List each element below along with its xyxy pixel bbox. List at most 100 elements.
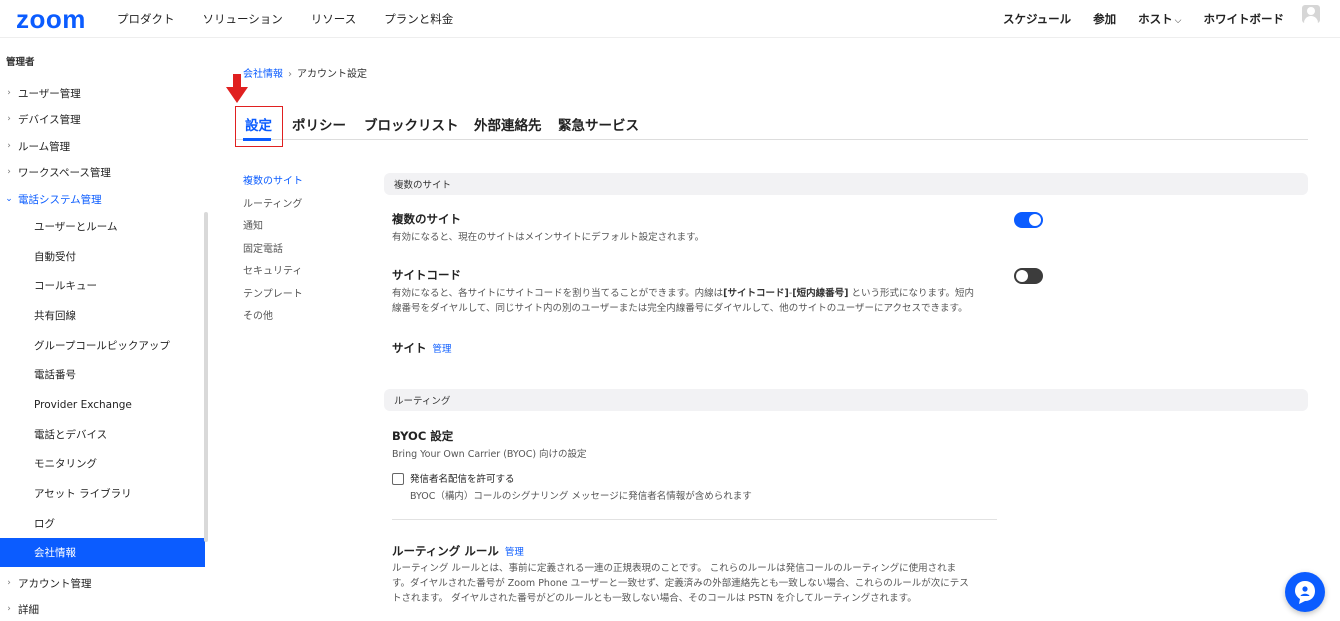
chevron-right-icon: › xyxy=(7,167,11,177)
nav-join[interactable]: 参加 xyxy=(1093,11,1116,27)
top-navbar: zoom プロダクト ソリューション リソース プランと料金 スケジュール 参加… xyxy=(0,0,1340,38)
section-header-routing: ルーティング xyxy=(384,389,1308,411)
settings-tabs: 設定 ポリシー ブロックリスト 外部連絡先 緊急サービス xyxy=(235,107,1308,140)
nav-plans-pricing[interactable]: プランと料金 xyxy=(384,11,453,27)
sites-manage-link[interactable]: 管理 xyxy=(433,344,452,355)
sidebar-item-workspace-management[interactable]: › ワークスペース管理 xyxy=(0,159,205,185)
toggle-knob xyxy=(1029,214,1041,226)
multi-site-toggle[interactable] xyxy=(1014,212,1043,228)
subnav-desk-phone[interactable]: 固定電話 xyxy=(243,240,303,263)
routing-rules-desc: ルーティング ルールとは、事前に定義される一連の正規表現のことです。 これらのル… xyxy=(392,561,1002,606)
chevron-down-icon: ⌄ xyxy=(5,194,13,204)
sidebar-sub-monitoring[interactable]: モニタリング xyxy=(0,449,205,478)
caller-id-label[interactable]: 発信者名配信を許可する xyxy=(410,472,515,487)
byoc-desc: Bring Your Own Carrier (BYOC) 向けの設定 xyxy=(392,449,587,460)
section-divider xyxy=(392,519,997,520)
sidebar-header: 管理者 xyxy=(6,57,35,68)
multi-site-desc: 有効になると、現在のサイトはメインサイトにデフォルト設定されます。 xyxy=(392,232,705,243)
tab-emergency-services[interactable]: 緊急サービス xyxy=(558,114,639,134)
sidebar-item-room-management[interactable]: › ルーム管理 xyxy=(0,133,205,159)
subnav-templates[interactable]: テンプレート xyxy=(243,285,303,308)
sidebar-sub-logs[interactable]: ログ xyxy=(0,509,205,538)
tab-policy[interactable]: ポリシー xyxy=(292,114,346,134)
sidebar-sub-auto-receptionist[interactable]: 自動受付 xyxy=(0,242,205,271)
sidebar-item-account-management[interactable]: › アカウント管理 xyxy=(0,570,205,596)
secondary-nav: スケジュール 参加 ホスト ⌵ ホワイトボード xyxy=(1003,11,1284,27)
chevron-right-icon: › xyxy=(7,604,11,614)
routing-rules-desc-3: トされます。 ダイヤルされた番号がどのルールとも一致しない場合、そのコールは P… xyxy=(392,593,917,604)
subnav-others[interactable]: その他 xyxy=(243,307,303,330)
admin-sidebar: 管理者 › ユーザー管理 › デバイス管理 › ルーム管理 › ワークスペース管理 ⌄ 電… xyxy=(0,38,209,621)
sidebar-item-label: ルーム管理 xyxy=(18,140,71,153)
chat-bubble-icon xyxy=(1295,581,1315,604)
breadcrumb-parent-link[interactable]: 会社情報 xyxy=(243,69,283,80)
primary-nav: プロダクト ソリューション リソース プランと料金 xyxy=(117,11,453,27)
routing-rules-desc-1: ルーティング ルールとは、事前に定義される一連の正規表現のことです。 これらのル… xyxy=(392,563,957,574)
nav-solutions[interactable]: ソリューション xyxy=(203,11,283,27)
zoom-logo[interactable]: zoom xyxy=(16,4,86,35)
breadcrumb-current: アカウント設定 xyxy=(297,69,367,80)
sidebar-sub-shared-lines[interactable]: 共有回線 xyxy=(0,301,205,330)
nav-products[interactable]: プロダクト xyxy=(117,11,175,27)
chevron-down-icon: ⌵ xyxy=(1174,16,1182,26)
site-code-desc-text-3: 線番号をダイヤルして、同じサイト内の別のユーザーまたは完全内線番号にダイヤルして… xyxy=(392,303,968,314)
multi-site-title: 複数のサイト xyxy=(392,212,461,226)
chevron-right-icon: › xyxy=(7,114,11,124)
subnav-notifications[interactable]: 通知 xyxy=(243,217,303,240)
section-header-sites: 複数のサイト xyxy=(384,173,1308,195)
sidebar-sub-group-call-pickup[interactable]: グループコールピックアップ xyxy=(0,331,205,360)
nav-host-label: ホスト xyxy=(1138,12,1173,26)
routing-rules-manage-link[interactable]: 管理 xyxy=(505,547,524,558)
sidebar-item-label: アカウント管理 xyxy=(18,577,92,590)
sidebar-sub-phone-numbers[interactable]: 電話番号 xyxy=(0,360,205,389)
sidebar-item-label: ワークスペース管理 xyxy=(18,166,111,179)
site-code-toggle[interactable] xyxy=(1014,268,1043,284)
chevron-right-icon: › xyxy=(7,88,11,98)
site-code-title: サイトコード xyxy=(392,268,461,282)
routing-rules-title: ルーティング ルール xyxy=(392,544,499,558)
sidebar-item-label: 電話システム管理 xyxy=(18,193,102,206)
chat-support-button[interactable] xyxy=(1285,572,1325,612)
nav-schedule[interactable]: スケジュール xyxy=(1003,11,1071,27)
sidebar-item-device-management[interactable]: › デバイス管理 xyxy=(0,106,205,132)
site-code-desc-text: 有効になると、各サイトにサイトコードを割り当てることができます。内線は xyxy=(392,288,724,299)
sidebar-item-phone-system-management[interactable]: ⌄ 電話システム管理 xyxy=(0,186,205,212)
tab-block-list[interactable]: ブロックリスト xyxy=(364,114,459,134)
subnav-routing[interactable]: ルーティング xyxy=(243,195,303,218)
routing-rules-desc-2: す。ダイヤルされた番号が Zoom Phone ユーザーと一致せず、定義済みの外… xyxy=(392,578,969,589)
subnav-multiple-sites[interactable]: 複数のサイト xyxy=(243,172,303,195)
red-highlight-annotation xyxy=(235,106,283,147)
toggle-knob xyxy=(1016,270,1028,282)
sidebar-sub-call-queues[interactable]: コールキュー xyxy=(0,271,205,300)
sidebar-item-user-management[interactable]: › ユーザー管理 xyxy=(0,80,205,106)
chevron-right-icon: › xyxy=(7,578,11,588)
routing-rules-row: ルーティング ルール 管理 xyxy=(392,543,524,559)
sidebar-item-label: ユーザー管理 xyxy=(18,87,81,100)
tab-external-contacts[interactable]: 外部連絡先 xyxy=(474,114,542,134)
sites-title: サイト xyxy=(392,341,427,355)
sidebar-sub-company-info[interactable]: 会社情報 xyxy=(0,538,205,567)
sidebar-sub-users-rooms[interactable]: ユーザーとルーム xyxy=(0,212,205,241)
sidebar-sub-provider-exchange[interactable]: Provider Exchange xyxy=(0,390,205,419)
nav-host[interactable]: ホスト ⌵ xyxy=(1138,11,1181,27)
nav-whiteboard[interactable]: ホワイトボード xyxy=(1204,11,1285,27)
site-code-desc: 有効になると、各サイトにサイトコードを割り当てることができます。内線は[サイトコ… xyxy=(392,286,1002,316)
settings-subnav: 複数のサイト ルーティング 通知 固定電話 セキュリティ テンプレート その他 xyxy=(243,172,303,330)
red-arrow-annotation-icon xyxy=(226,74,248,103)
sidebar-sub-asset-library[interactable]: アセット ライブラリ xyxy=(0,479,205,508)
byoc-title: BYOC 設定 xyxy=(392,429,454,443)
sidebar-item-label: デバイス管理 xyxy=(18,113,81,126)
avatar[interactable] xyxy=(1302,5,1320,23)
breadcrumb-separator-icon: › xyxy=(288,69,292,80)
sites-row: サイト 管理 xyxy=(392,340,452,356)
subnav-security[interactable]: セキュリティ xyxy=(243,262,303,285)
site-code-format-ext: [短内線番号] xyxy=(792,288,849,299)
breadcrumb: 会社情報 › アカウント設定 xyxy=(243,65,367,80)
sidebar-item-advanced[interactable]: › 詳細 xyxy=(0,596,205,621)
site-code-desc-text-2: という形式になります。短内 xyxy=(848,288,975,299)
caller-id-checkbox[interactable] xyxy=(392,473,404,485)
site-code-format-code: [サイトコード] xyxy=(723,288,789,299)
sidebar-scrollbar[interactable] xyxy=(204,212,208,542)
nav-resources[interactable]: リソース xyxy=(311,11,356,27)
sidebar-sub-phones-devices[interactable]: 電話とデバイス xyxy=(0,420,205,449)
